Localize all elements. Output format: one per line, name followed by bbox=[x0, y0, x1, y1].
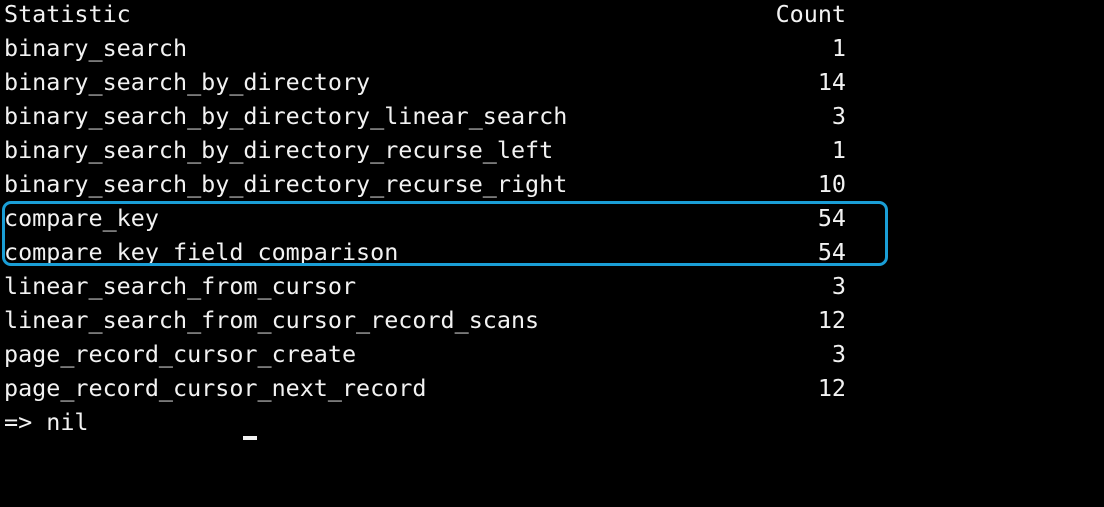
highlight-box bbox=[2, 201, 888, 266]
table-row: binary_search_by_directory_recurse_left … bbox=[4, 133, 846, 167]
statistic-name: page_record_cursor_create bbox=[4, 340, 357, 368]
statistic-name: linear_search_from_cursor_record_scans bbox=[4, 306, 540, 334]
statistic-name: binary_search_by_directory_recurse_left bbox=[4, 136, 554, 164]
statistic-count: 1 bbox=[831, 34, 846, 62]
result-line: => nil bbox=[4, 405, 846, 439]
table-row: page_record_cursor_create 3 bbox=[4, 337, 846, 371]
statistic-name: binary_search_by_directory_recurse_right bbox=[4, 170, 568, 198]
statistic-count: 12 bbox=[817, 374, 846, 402]
statistic-name: binary_search_by_directory bbox=[4, 68, 371, 96]
statistic-count: 3 bbox=[831, 272, 846, 300]
table-row: binary_search 1 bbox=[4, 31, 846, 65]
table-header: Statistic Count bbox=[4, 0, 846, 31]
statistic-name: binary_search_by_directory_linear_search bbox=[4, 102, 568, 130]
statistic-name: binary_search bbox=[4, 34, 188, 62]
statistic-count: 1 bbox=[831, 136, 846, 164]
statistic-count: 14 bbox=[817, 68, 846, 96]
statistic-name: linear_search_from_cursor bbox=[4, 272, 357, 300]
result-text: => nil bbox=[4, 408, 89, 436]
statistic-count: 3 bbox=[831, 102, 846, 130]
table-row: binary_search_by_directory_linear_search… bbox=[4, 99, 846, 133]
statistic-count: 12 bbox=[817, 306, 846, 334]
table-row: linear_search_from_cursor 3 bbox=[4, 269, 846, 303]
table-row: binary_search_by_directory 14 bbox=[4, 65, 846, 99]
count-column-header: Count bbox=[775, 0, 846, 28]
table-row: linear_search_from_cursor_record_scans 1… bbox=[4, 303, 846, 337]
terminal-window[interactable]: Statistic Count binary_search 1 binary_s… bbox=[0, 0, 1104, 440]
table-row: binary_search_by_directory_recurse_right… bbox=[4, 167, 846, 201]
table-row: page_record_cursor_next_record 12 bbox=[4, 371, 846, 405]
terminal-cursor bbox=[243, 436, 257, 440]
statistic-count: 3 bbox=[831, 340, 846, 368]
statistic-column-header: Statistic bbox=[4, 0, 131, 28]
statistic-count: 10 bbox=[817, 170, 846, 198]
statistic-name: page_record_cursor_next_record bbox=[4, 374, 427, 402]
